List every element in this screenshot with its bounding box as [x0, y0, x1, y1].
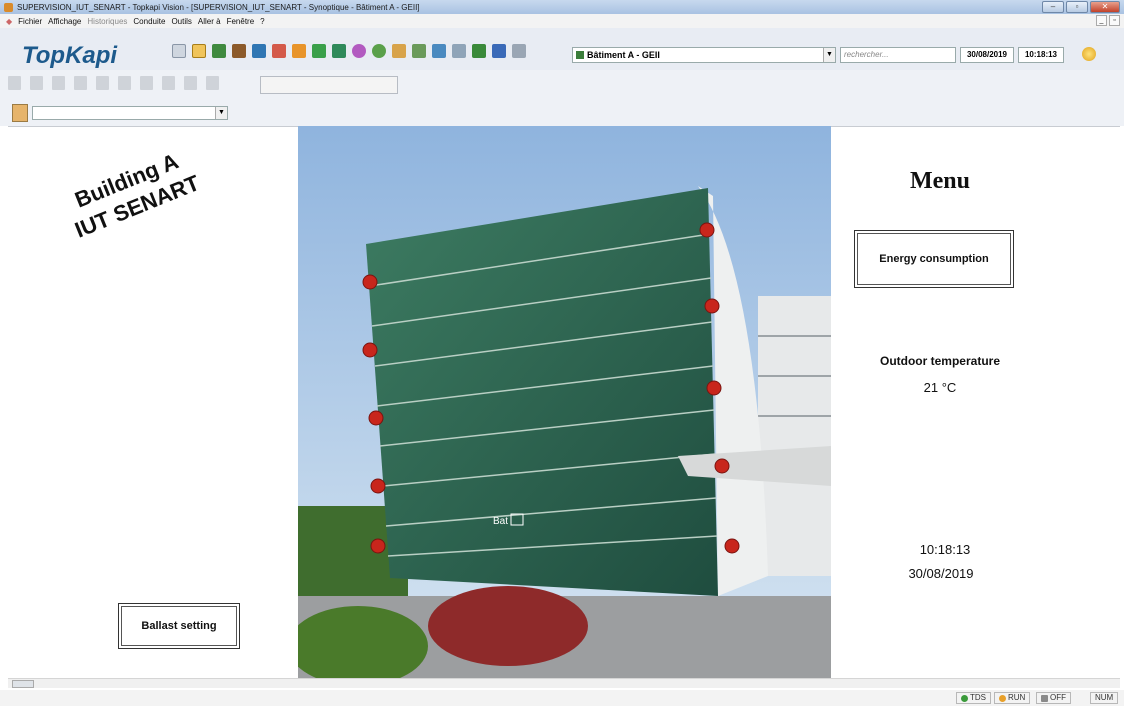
grid-icon[interactable] — [162, 76, 175, 90]
view-select[interactable]: ▼ — [32, 106, 228, 120]
topkapi-logo: TopKapi — [22, 42, 118, 69]
tds-icon — [961, 694, 968, 702]
chart-icon[interactable] — [312, 44, 326, 58]
building-icon — [576, 51, 584, 59]
menu-affichage[interactable]: Affichage — [48, 17, 81, 26]
lamp-indicator[interactable] — [370, 478, 386, 494]
pencil-icon[interactable] — [8, 76, 21, 90]
search-input[interactable]: rechercher... — [840, 47, 956, 63]
horizontal-scrollbar[interactable] — [8, 678, 1120, 688]
document-icon[interactable] — [30, 76, 43, 90]
mdi-minimize-button[interactable]: _ — [1096, 15, 1107, 26]
mdi-restore-button[interactable]: ▫ — [1109, 15, 1120, 26]
energy-consumption-button[interactable]: Energy consumption — [854, 230, 1014, 288]
warning-outline-icon[interactable] — [96, 76, 109, 90]
lamp-indicator[interactable] — [699, 222, 715, 238]
status-bar: TDS RUN OFF NUM — [0, 690, 1124, 706]
status-tds: TDS — [956, 692, 991, 704]
minimize-button[interactable]: – — [1042, 1, 1064, 13]
close-button[interactable]: ✕ — [1090, 1, 1120, 13]
maximize-button[interactable]: ▫ — [1066, 1, 1088, 13]
back-icon[interactable] — [452, 44, 466, 58]
lamp-indicator[interactable] — [362, 342, 378, 358]
status-tds-label: TDS — [970, 693, 986, 702]
toolbar-icons — [172, 44, 526, 58]
lamp-indicator[interactable] — [706, 380, 722, 396]
lamp-indicator[interactable] — [724, 538, 740, 554]
user-icon[interactable] — [412, 44, 426, 58]
down-icon[interactable] — [492, 44, 506, 58]
menu-conduite[interactable]: Conduite — [133, 17, 165, 26]
building-select[interactable]: Bâtiment A - GEII ▼ — [572, 47, 836, 63]
lamp-indicator[interactable] — [362, 274, 378, 290]
status-run-label: RUN — [1008, 693, 1026, 702]
synoptic-icon[interactable] — [12, 104, 28, 122]
table-icon[interactable] — [272, 44, 286, 58]
sound-icon[interactable] — [432, 44, 446, 58]
menu-title: Menu — [910, 168, 970, 194]
monitor-icon[interactable] — [332, 44, 346, 58]
menu-historiques[interactable]: Historiques — [87, 17, 127, 26]
photo-sign-text: Bat — [493, 516, 508, 527]
tools-icon[interactable] — [252, 44, 266, 58]
menu-help[interactable]: ? — [260, 17, 264, 26]
status-off: OFF — [1036, 692, 1071, 704]
copy-icon[interactable] — [52, 76, 65, 90]
synoptic-clock-date: 30/08/2019 — [908, 566, 974, 581]
scrollbar-thumb[interactable] — [12, 680, 34, 688]
list-icon[interactable] — [74, 76, 87, 90]
window-titlebar: SUPERVISION_IUT_SENART - Topkapi Vision … — [0, 0, 1124, 14]
window-title: SUPERVISION_IUT_SENART - Topkapi Vision … — [17, 2, 420, 12]
target-icon[interactable] — [352, 44, 366, 58]
status-num: NUM — [1090, 692, 1119, 704]
outdoor-temperature-value: 21 °C — [923, 380, 957, 395]
filter-clear-icon[interactable] — [140, 76, 153, 90]
menu-aller-a[interactable]: Aller à — [198, 17, 221, 26]
edit-toolbar-icons — [8, 76, 219, 90]
alarm-icon[interactable] — [192, 44, 206, 58]
print-icon[interactable] — [184, 76, 197, 90]
gauge-icon[interactable] — [372, 44, 386, 58]
up-icon[interactable] — [472, 44, 486, 58]
status-run: RUN — [994, 692, 1031, 704]
run-icon — [999, 694, 1006, 702]
lamp-indicator[interactable] — [370, 538, 386, 554]
save-icon[interactable] — [172, 44, 186, 58]
chevron-down-icon[interactable]: ▼ — [215, 107, 227, 119]
building-select-value: Bâtiment A - GEII — [587, 50, 660, 60]
lamp-indicator[interactable] — [704, 298, 720, 314]
lamp-indicator[interactable] — [714, 458, 730, 474]
menu-fenetre[interactable]: Fenêtre — [227, 17, 255, 26]
warning-icon[interactable] — [292, 44, 306, 58]
ballast-setting-button[interactable]: Ballast setting — [118, 603, 240, 649]
menu-icon: ◆ — [6, 16, 13, 26]
ballast-setting-label: Ballast setting — [121, 606, 237, 646]
filter-icon[interactable] — [118, 76, 131, 90]
status-off-label: OFF — [1050, 693, 1066, 702]
app-icon — [4, 2, 13, 12]
menu-bar: ◆ Fichier Affichage Historiques Conduite… — [0, 14, 1124, 28]
clock-icon[interactable] — [1082, 47, 1096, 61]
camera-icon[interactable] — [232, 44, 246, 58]
menu-fichier[interactable]: Fichier — [18, 17, 42, 26]
print-preview-icon[interactable] — [206, 76, 219, 90]
building-photo: Bat — [298, 126, 831, 678]
printer-icon[interactable] — [212, 44, 226, 58]
lamp-indicator[interactable] — [368, 410, 384, 426]
outdoor-temperature-label: Outdoor temperature — [879, 354, 1000, 368]
off-icon — [1041, 694, 1048, 702]
menu-outils[interactable]: Outils — [171, 17, 191, 26]
toolbar-date: 30/08/2019 — [960, 47, 1014, 63]
synoptic-clock-time: 10:18:13 — [919, 542, 971, 557]
zoom-icon[interactable] — [392, 44, 406, 58]
toolbar-time: 10:18:13 — [1018, 47, 1064, 63]
energy-consumption-label: Energy consumption — [857, 233, 1011, 285]
chevron-down-icon[interactable]: ▼ — [823, 48, 835, 62]
network-icon[interactable] — [512, 44, 526, 58]
edit-toolbar-field[interactable] — [260, 76, 398, 94]
